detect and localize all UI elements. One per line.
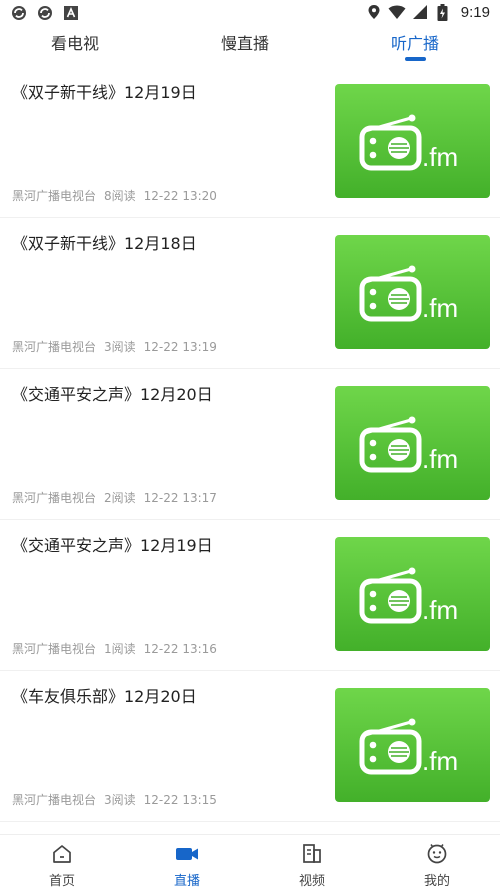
item-time: 12-22 13:19 [143,340,217,354]
nav-video-label: 视频 [298,874,325,889]
item-reads: 3阅读 [104,340,136,354]
active-tab-indicator [405,57,426,61]
radio-program-list: 《双子新干线》12月19日 黑河广播电视台 8阅读 12-22 13:20 .fm … [0,67,500,822]
status-time: 9:19 [460,3,490,21]
bottom-nav: 首页 直播 视频 我的 [0,834,500,889]
tab-listen-radio[interactable]: 听广播 [360,30,470,54]
item-time: 12-22 13:15 [143,793,217,807]
item-reads: 1阅读 [104,642,136,656]
fm-caption: .fm [422,293,458,323]
list-item[interactable]: 《双子新干线》12月18日 黑河广播电视台 3阅读 12-22 13:19 .fm [0,218,500,369]
nav-home[interactable]: 首页 [17,840,107,889]
item-reads: 3阅读 [104,793,136,807]
fm-caption: .fm [422,142,458,172]
nav-live[interactable]: 直播 [142,840,232,889]
nav-mine[interactable]: 我的 [392,840,482,889]
item-time: 12-22 13:20 [143,189,217,203]
item-meta: 黑河广播电视台 1阅读 12-22 13:16 [12,640,225,657]
location-icon [365,3,383,21]
item-source: 黑河广播电视台 [12,642,97,656]
item-time: 12-22 13:17 [143,491,217,505]
list-item[interactable]: 《交通平安之声》12月20日 黑河广播电视台 2阅读 12-22 13:17 .fm [0,369,500,520]
home-icon [53,845,71,863]
nav-home-label: 首页 [48,874,75,889]
tab-slow-live[interactable]: 慢直播 [190,30,300,54]
item-title: 《车友俱乐部》12月20日 [12,687,197,706]
item-title: 《双子新干线》12月18日 [12,234,197,253]
fm-caption: .fm [422,444,458,474]
font-a-icon [62,4,80,22]
item-title: 《双子新干线》12月19日 [12,83,197,102]
list-item[interactable]: 《车友俱乐部》12月20日 黑河广播电视台 3阅读 12-22 13:15 .fm [0,671,500,822]
item-reads: 8阅读 [104,189,136,203]
video-camera-icon [176,848,198,860]
battery-icon [434,3,452,21]
nav-mine-label: 我的 [423,874,450,889]
radio-thumbnail[interactable]: .fm [335,235,490,349]
tab-watch-tv[interactable]: 看电视 [20,30,130,54]
item-source: 黑河广播电视台 [12,793,97,807]
radio-thumbnail[interactable]: .fm [335,386,490,500]
fm-caption: .fm [422,595,458,625]
item-source: 黑河广播电视台 [12,491,97,505]
list-item[interactable]: 《交通平安之声》12月19日 黑河广播电视台 1阅读 12-22 13:16 .fm [0,520,500,671]
item-meta: 黑河广播电视台 3阅读 12-22 13:15 [12,791,225,808]
status-right-icons: 9:19 [365,3,490,21]
status-bar: 9:19 [0,0,500,26]
item-meta: 黑河广播电视台 8阅读 12-22 13:20 [12,187,225,204]
nav-video[interactable]: 视频 [267,840,357,889]
sync-icon [36,4,54,22]
radio-thumbnail[interactable]: .fm [335,84,490,198]
profile-face-icon [427,844,447,864]
sync-icon [10,4,28,22]
status-left-icons [10,4,80,22]
video-doc-icon [303,844,321,863]
nav-live-label: 直播 [173,874,200,889]
radio-thumbnail[interactable]: .fm [335,537,490,651]
item-source: 黑河广播电视台 [12,189,97,203]
list-item[interactable]: 《双子新干线》12月19日 黑河广播电视台 8阅读 12-22 13:20 .fm [0,67,500,218]
item-title: 《交通平安之声》12月20日 [12,385,213,404]
radio-thumbnail[interactable]: .fm [335,688,490,802]
item-reads: 2阅读 [104,491,136,505]
item-time: 12-22 13:16 [143,642,217,656]
item-meta: 黑河广播电视台 3阅读 12-22 13:19 [12,338,225,355]
signal-icon [411,3,429,21]
item-title: 《交通平安之声》12月19日 [12,536,213,555]
item-meta: 黑河广播电视台 2阅读 12-22 13:17 [12,489,225,506]
item-source: 黑河广播电视台 [12,340,97,354]
wifi-icon [388,3,406,21]
fm-caption: .fm [422,746,458,776]
